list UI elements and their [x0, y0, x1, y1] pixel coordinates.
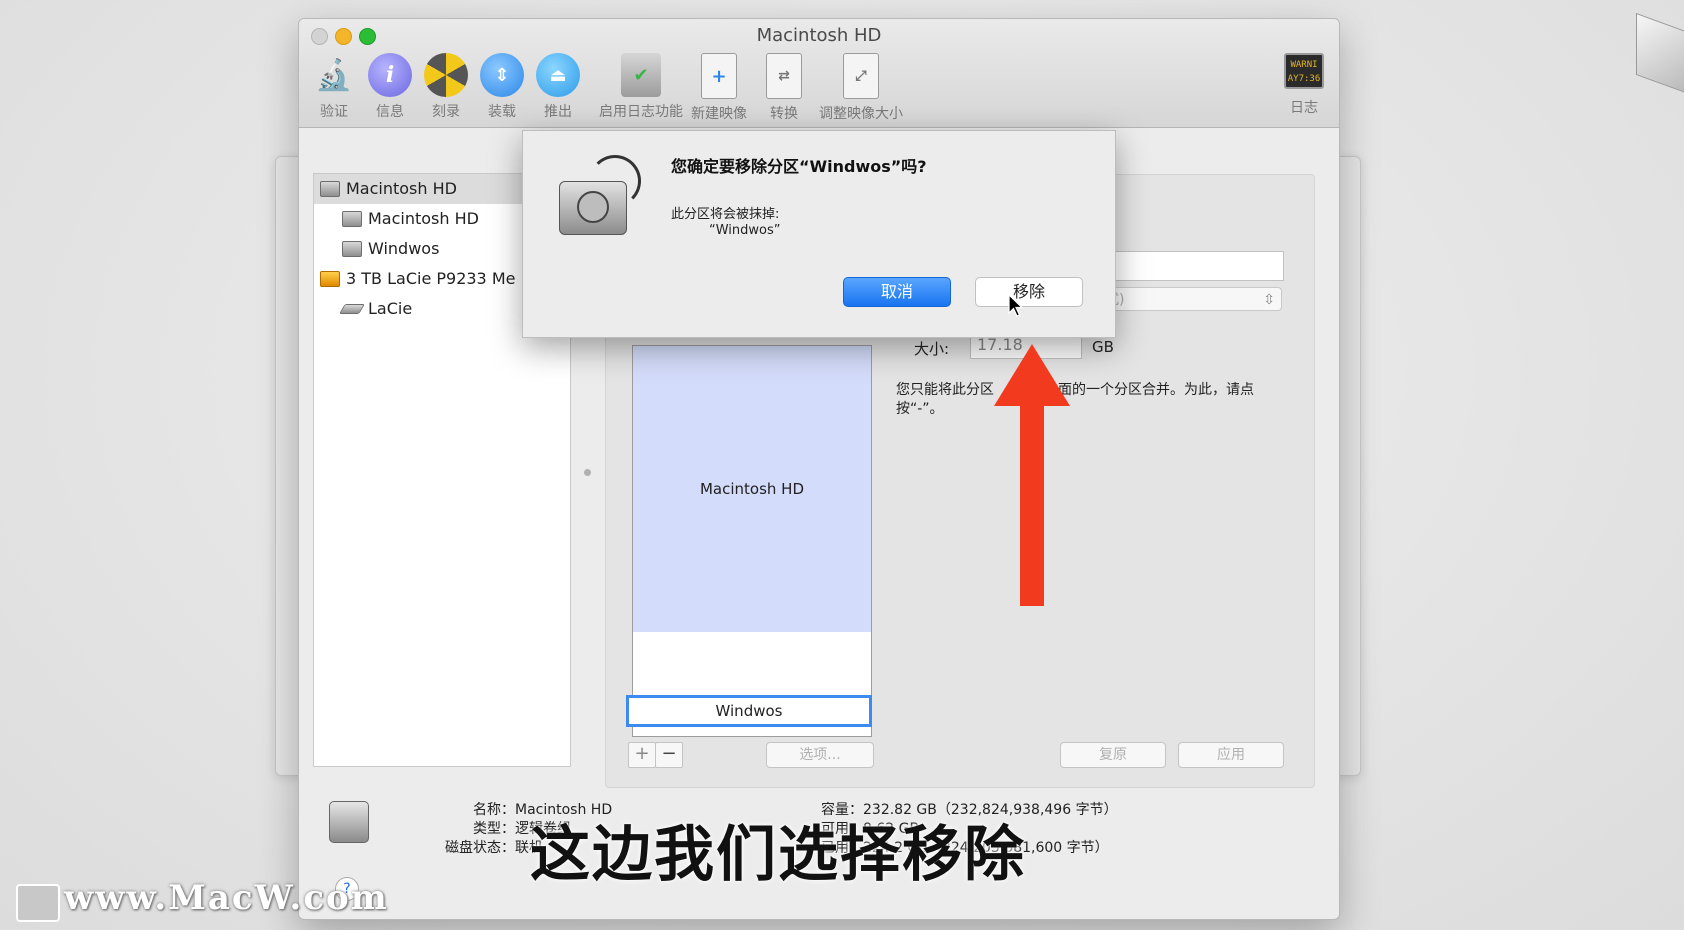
- external-drive-icon: [320, 271, 340, 287]
- toolbar-log[interactable]: WARNI AY7:36 日志: [1269, 53, 1339, 117]
- microscope-icon: 🔬: [315, 57, 353, 93]
- revert-button[interactable]: 复原: [1060, 742, 1166, 768]
- toolbar-eject[interactable]: ⏏ 推出: [523, 53, 593, 121]
- partition-block-windwos[interactable]: Windwos: [626, 695, 872, 727]
- chevron-updown-icon: ⇳: [1263, 292, 1275, 308]
- toolbar-convert[interactable]: ⇄ 转换: [749, 53, 819, 123]
- burn-icon: [424, 53, 468, 97]
- remove-partition-button[interactable]: −: [655, 742, 683, 768]
- cancel-button[interactable]: 取消: [843, 277, 951, 307]
- mount-icon: ⇕: [480, 53, 524, 97]
- add-partition-button[interactable]: +: [628, 742, 656, 768]
- splitter-handle[interactable]: [584, 469, 591, 476]
- apply-button[interactable]: 应用: [1178, 742, 1284, 768]
- size-unit: GB: [1092, 338, 1114, 356]
- convert-icon: ⇄: [766, 53, 802, 99]
- partition-block-macintosh-hd[interactable]: Macintosh HD: [633, 346, 871, 632]
- mouse-cursor-icon: [1008, 294, 1024, 317]
- disk-icon: [342, 211, 362, 227]
- size-label: 大小:: [914, 340, 950, 358]
- eject-icon: ⏏: [536, 53, 580, 97]
- options-button[interactable]: 选项...: [766, 742, 874, 768]
- volume-icon: [339, 304, 365, 314]
- watermark: www.MacW.com: [64, 878, 389, 918]
- dialog-title: 您确定要移除分区“Windwos”吗?: [671, 157, 927, 176]
- disk-icon: [320, 181, 340, 197]
- toolbar-new-image[interactable]: + 新建映像: [683, 53, 755, 123]
- journal-icon: ✔: [621, 53, 661, 97]
- remove-partition-dialog: 您确定要移除分区“Windwos”吗? 此分区将会被抹掉: “Windwos” …: [522, 130, 1116, 338]
- info-icon: i: [368, 53, 412, 97]
- dialog-partition-name: “Windwos”: [709, 223, 781, 238]
- disk-icon: [342, 241, 362, 257]
- disk-utility-stethoscope-icon: [559, 153, 643, 235]
- partition-info-text: 您只能将此分区 面的一个分区合并。为此，请点 按“-”。: [896, 382, 1254, 417]
- video-subtitle: 这边我们选择移除: [530, 820, 1026, 890]
- remove-button[interactable]: 移除: [975, 277, 1083, 307]
- toolbar-journal[interactable]: ✔ 启用日志功能: [593, 53, 689, 121]
- background-drive-icon: [1636, 12, 1684, 94]
- new-image-icon: +: [701, 53, 737, 99]
- title-bar: Macintosh HD 🔬 验证 i 信息 刻录 ⇕ 装载 ⏏ 推出 ✔ 启用…: [299, 19, 1339, 128]
- log-icon: WARNI AY7:36: [1284, 53, 1324, 89]
- footer-disk-icon: [329, 801, 369, 843]
- window-title: Macintosh HD: [756, 25, 882, 46]
- partition-map: Macintosh HD: [632, 345, 872, 737]
- resize-image-icon: ⤢: [843, 53, 879, 99]
- toolbar-resize-image[interactable]: ⤢ 调整映像大小: [811, 53, 911, 123]
- red-arrow-annotation-icon: [994, 344, 1070, 606]
- dialog-message: 此分区将会被抹掉:: [671, 207, 780, 222]
- watermark-logo-icon: [16, 884, 60, 922]
